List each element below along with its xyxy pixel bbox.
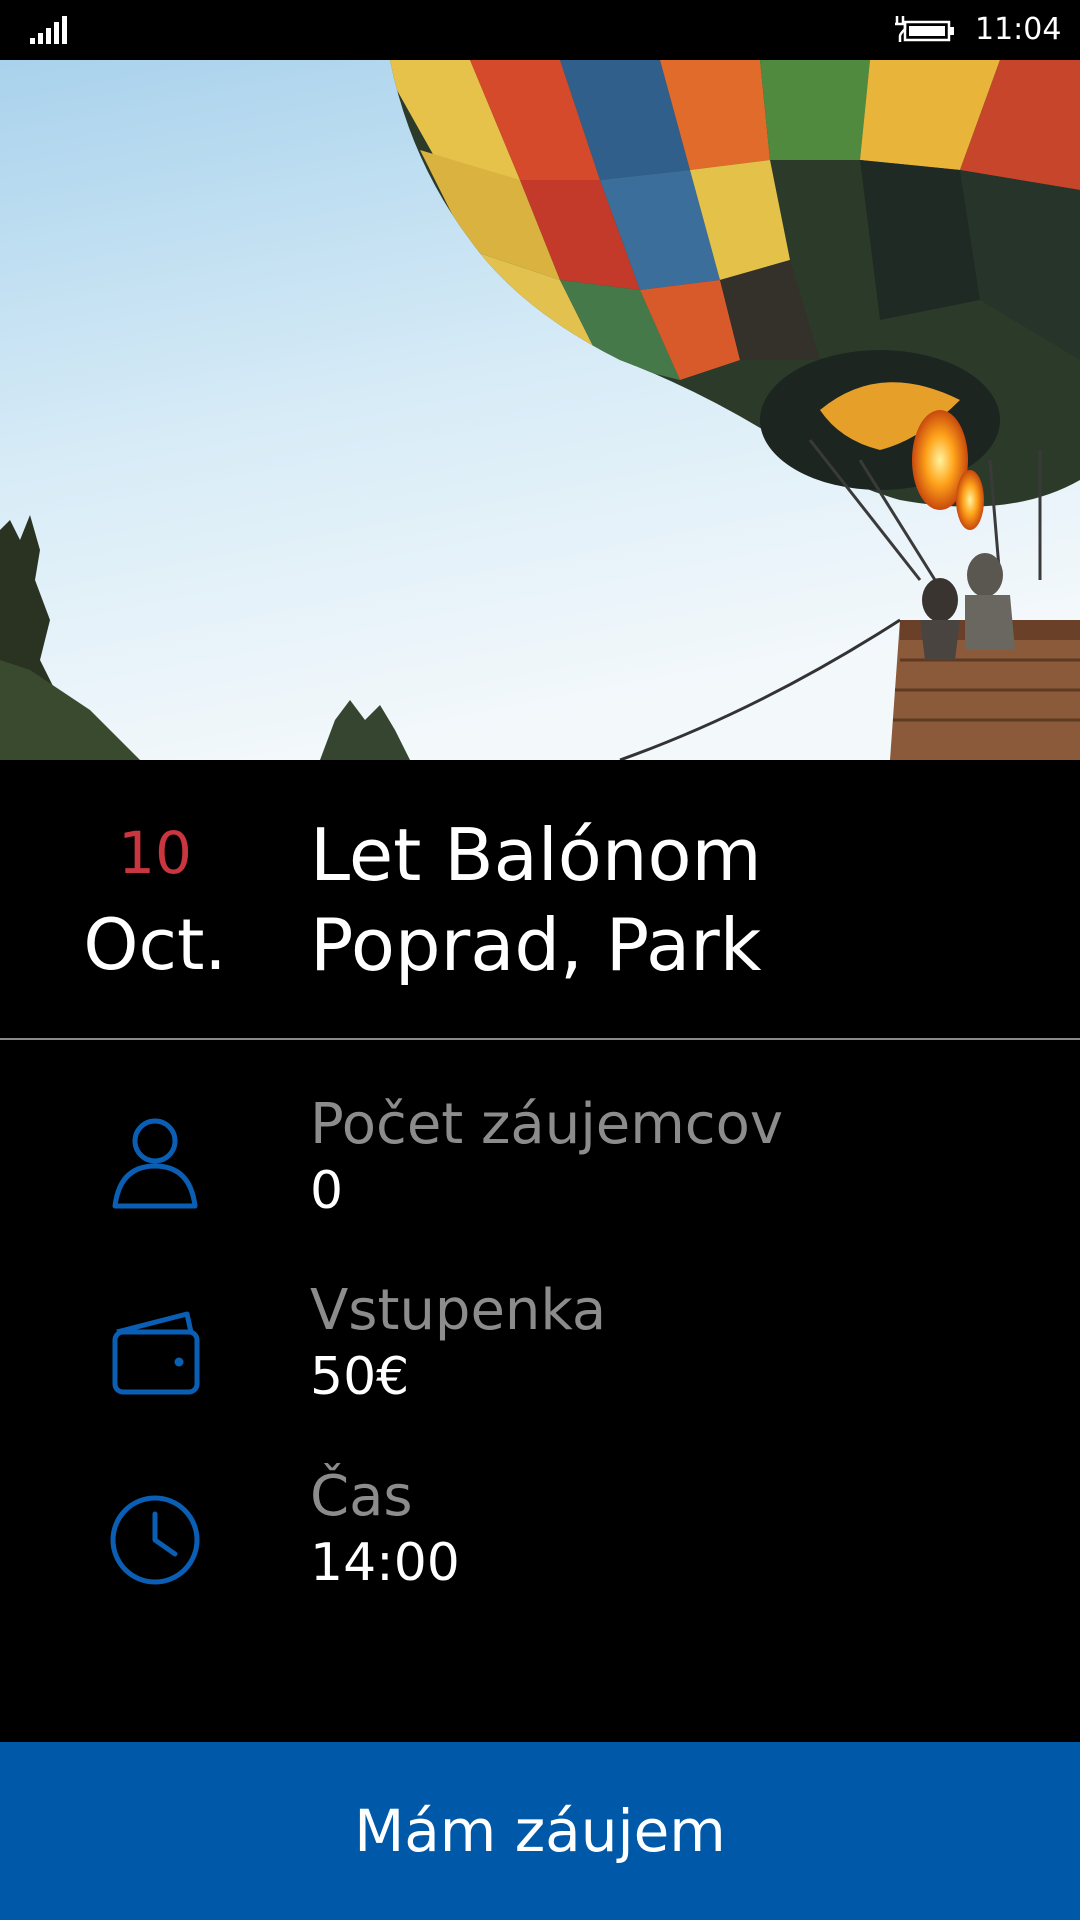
header-divider — [0, 1038, 1080, 1040]
event-title: Let Balónom — [310, 813, 762, 897]
detail-interested-count: Počet záujemcov 0 — [0, 1090, 1080, 1270]
detail-label: Čas — [310, 1464, 413, 1529]
status-bar: 11:04 — [0, 0, 1080, 60]
detail-ticket: Vstupenka 50€ — [0, 1276, 1080, 1456]
status-time: 11:04 — [975, 12, 1062, 47]
event-header — [0, 760, 1080, 1038]
detail-label: Vstupenka — [310, 1278, 607, 1343]
event-date-day: 10 — [118, 819, 192, 887]
event-hero-image — [0, 60, 1080, 760]
interested-button-label: Mám záujem — [354, 1797, 726, 1865]
signal-strength-icon — [30, 16, 67, 44]
event-location: Poprad, Park — [310, 903, 762, 987]
event-date-month: Oct. — [83, 904, 227, 986]
detail-label: Počet záujemcov — [310, 1092, 783, 1157]
detail-time: Čas 14:00 — [0, 1462, 1080, 1642]
interested-button[interactable]: Mám záujem — [0, 1742, 1080, 1920]
wallet-icon — [112, 1311, 200, 1395]
clock-icon — [110, 1495, 200, 1585]
battery-charging-icon — [895, 16, 954, 42]
person-icon — [112, 1118, 198, 1209]
detail-value: 0 — [310, 1161, 344, 1221]
detail-value: 50€ — [310, 1347, 410, 1407]
hot-air-balloon-photo — [0, 60, 1080, 760]
detail-value: 14:00 — [310, 1533, 460, 1593]
